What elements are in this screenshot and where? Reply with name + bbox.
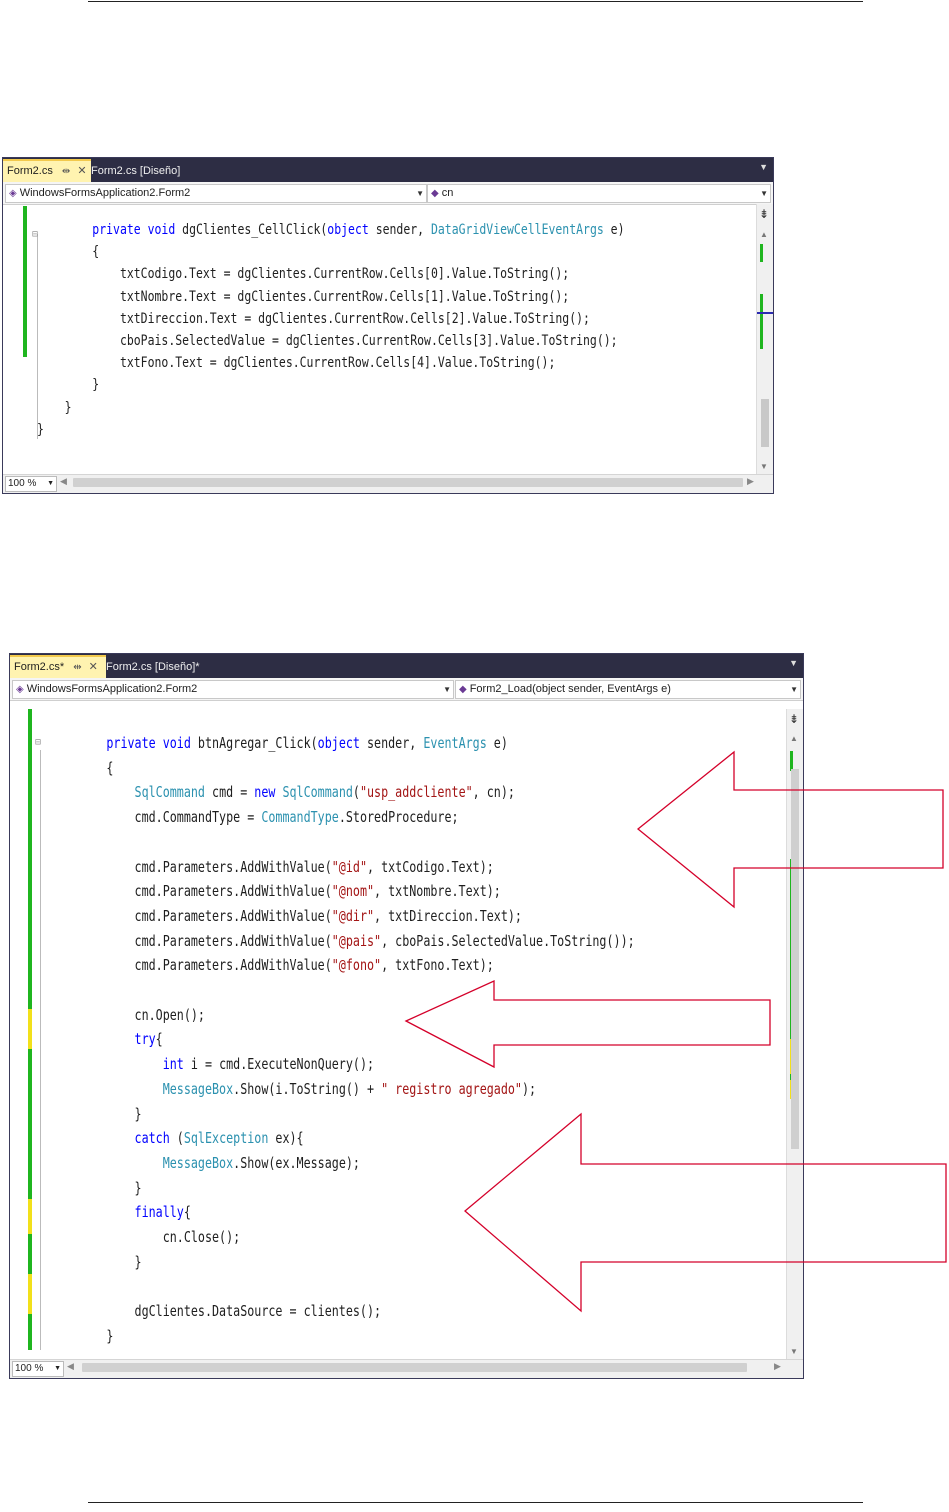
annotation-arrow-2 (404, 979, 771, 1069)
annotation-arrow-1 (636, 750, 944, 909)
annotation-arrow-3 (463, 1112, 947, 1313)
annotation-arrows (404, 750, 947, 1313)
page-bottom-rule (88, 1502, 863, 1503)
